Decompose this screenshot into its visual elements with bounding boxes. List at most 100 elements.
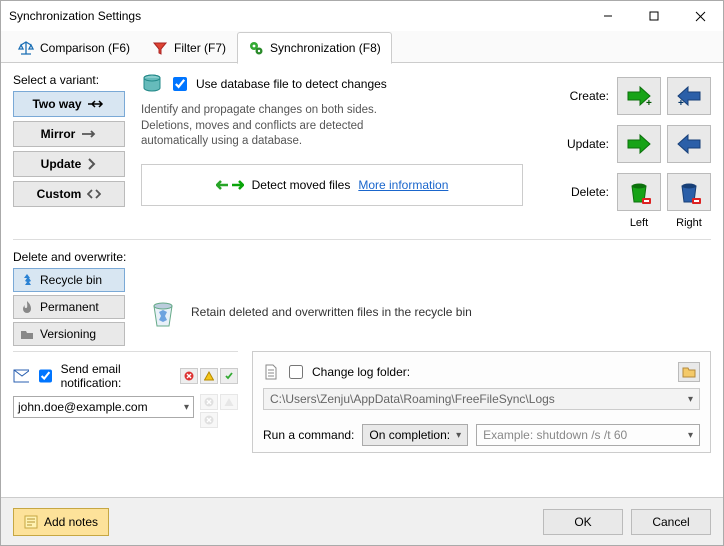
tab-synchronization[interactable]: Synchronization (F8) bbox=[237, 32, 392, 64]
window-title: Synchronization Settings bbox=[9, 9, 585, 23]
delete-option-recycle[interactable]: Recycle bin bbox=[13, 268, 125, 292]
variant-label: Two way bbox=[32, 97, 81, 111]
variant-label: Mirror bbox=[41, 127, 76, 141]
create-right-button[interactable]: + bbox=[667, 77, 711, 115]
more-information-link[interactable]: More information bbox=[358, 178, 448, 192]
option-label: Versioning bbox=[40, 327, 96, 341]
tab-filter[interactable]: Filter (F7) bbox=[141, 32, 237, 64]
variant-label: Custom bbox=[37, 187, 82, 201]
recycle-bin-green-icon bbox=[626, 178, 652, 206]
tab-label: Synchronization (F8) bbox=[270, 41, 381, 55]
variant-label: Update bbox=[41, 157, 82, 171]
variant-update[interactable]: Update bbox=[13, 151, 125, 177]
create-left-button[interactable]: + bbox=[617, 77, 661, 115]
chevron-down-icon: ▾ bbox=[688, 394, 693, 405]
right-column-label: Right bbox=[667, 217, 711, 229]
email-address-input[interactable]: john.doe@example.com ▾ bbox=[13, 396, 194, 418]
update-label: Update: bbox=[567, 137, 609, 151]
option-label: Recycle bin bbox=[40, 273, 102, 287]
chevron-down-icon: ▾ bbox=[456, 430, 461, 441]
email-error-disabled2[interactable] bbox=[200, 412, 218, 428]
browse-log-folder-button[interactable] bbox=[678, 362, 700, 382]
maximize-button[interactable] bbox=[631, 1, 677, 31]
add-notes-button[interactable]: Add notes bbox=[13, 508, 109, 536]
variant-custom[interactable]: Custom bbox=[13, 181, 125, 207]
email-success-toggle[interactable] bbox=[220, 368, 238, 384]
variant-description: Identify and propagate changes on both s… bbox=[141, 103, 401, 150]
arrow-right-green-icon: + bbox=[624, 84, 654, 108]
tab-label: Filter (F7) bbox=[174, 41, 226, 55]
notes-label: Add notes bbox=[44, 515, 98, 529]
recycle-bin-large-icon bbox=[145, 294, 181, 330]
scales-icon bbox=[18, 40, 34, 56]
update-left-button[interactable] bbox=[617, 125, 661, 163]
email-warning-toggle[interactable] bbox=[200, 368, 218, 384]
ok-button[interactable]: OK bbox=[543, 509, 623, 535]
moved-files-icon bbox=[216, 177, 244, 193]
update-right-button[interactable] bbox=[667, 125, 711, 163]
folder-icon bbox=[20, 327, 34, 341]
tab-bar: Comparison (F6) Filter (F7) Synchronizat… bbox=[1, 31, 723, 63]
log-path-value: C:\Users\Zenju\AppData\Roaming\FreeFileS… bbox=[270, 392, 555, 406]
variant-heading: Select a variant: bbox=[13, 73, 133, 87]
variant-two-way[interactable]: Two way bbox=[13, 91, 125, 117]
recycle-bin-blue-icon bbox=[676, 178, 702, 206]
tab-label: Comparison (F6) bbox=[40, 41, 130, 55]
folder-open-icon bbox=[682, 366, 696, 378]
option-label: Permanent bbox=[40, 300, 99, 314]
chevron-down-icon: ▾ bbox=[688, 430, 693, 441]
envelope-icon bbox=[13, 369, 29, 383]
email-level-toggles bbox=[180, 368, 238, 384]
email-error-disabled[interactable] bbox=[200, 394, 218, 410]
send-email-checkbox[interactable] bbox=[39, 369, 52, 383]
delete-option-versioning[interactable]: Versioning bbox=[13, 322, 125, 346]
email-warning-disabled[interactable] bbox=[220, 394, 238, 410]
change-log-folder-checkbox[interactable] bbox=[289, 365, 303, 379]
two-way-icon bbox=[88, 99, 106, 109]
change-log-folder-label: Change log folder: bbox=[312, 365, 410, 379]
tab-comparison[interactable]: Comparison (F6) bbox=[7, 32, 141, 64]
command-placeholder: Example: shutdown /s /t 60 bbox=[483, 428, 627, 442]
svg-text:+: + bbox=[678, 98, 684, 108]
delete-option-permanent[interactable]: Permanent bbox=[13, 295, 125, 319]
flame-icon bbox=[20, 300, 34, 314]
recycle-icon bbox=[20, 273, 34, 287]
delete-heading: Delete and overwrite: bbox=[13, 250, 711, 264]
funnel-icon bbox=[152, 40, 168, 56]
code-icon bbox=[87, 189, 101, 199]
detect-moved-label: Detect moved files bbox=[252, 178, 351, 192]
minimize-button[interactable] bbox=[585, 1, 631, 31]
document-icon bbox=[263, 364, 279, 380]
delete-description: Retain deleted and overwritten files in … bbox=[191, 305, 472, 319]
run-when-select[interactable]: On completion: ▾ bbox=[362, 424, 468, 446]
arrow-right-icon bbox=[81, 129, 97, 139]
delete-right-button[interactable] bbox=[667, 173, 711, 211]
delete-left-button[interactable] bbox=[617, 173, 661, 211]
variant-mirror[interactable]: Mirror bbox=[13, 121, 125, 147]
use-database-label: Use database file to detect changes bbox=[196, 77, 387, 91]
detect-moved-panel: Detect moved files More information bbox=[141, 164, 523, 206]
cancel-button[interactable]: Cancel bbox=[631, 509, 711, 535]
email-error-toggle[interactable] bbox=[180, 368, 198, 384]
gears-icon bbox=[248, 40, 264, 56]
log-folder-path[interactable]: C:\Users\Zenju\AppData\Roaming\FreeFileS… bbox=[263, 388, 700, 410]
delete-label: Delete: bbox=[571, 185, 609, 199]
arrow-left-blue-icon bbox=[674, 132, 704, 156]
create-label: Create: bbox=[570, 89, 609, 103]
chevron-right-icon bbox=[87, 158, 97, 170]
arrow-right-green-icon bbox=[624, 132, 654, 156]
svg-text:+: + bbox=[646, 98, 652, 108]
use-database-checkbox[interactable] bbox=[173, 77, 187, 91]
send-email-label: Send email notification: bbox=[61, 362, 168, 390]
email-value: john.doe@example.com bbox=[18, 400, 148, 414]
database-icon bbox=[141, 73, 163, 95]
note-icon bbox=[24, 515, 38, 529]
run-when-value: On completion: bbox=[369, 428, 450, 442]
titlebar: Synchronization Settings bbox=[1, 1, 723, 31]
command-input[interactable]: Example: shutdown /s /t 60 ▾ bbox=[476, 424, 700, 446]
run-command-label: Run a command: bbox=[263, 428, 354, 442]
arrow-left-blue-icon: + bbox=[674, 84, 704, 108]
chevron-down-icon: ▾ bbox=[184, 402, 189, 413]
close-button[interactable] bbox=[677, 1, 723, 31]
left-column-label: Left bbox=[617, 217, 661, 229]
